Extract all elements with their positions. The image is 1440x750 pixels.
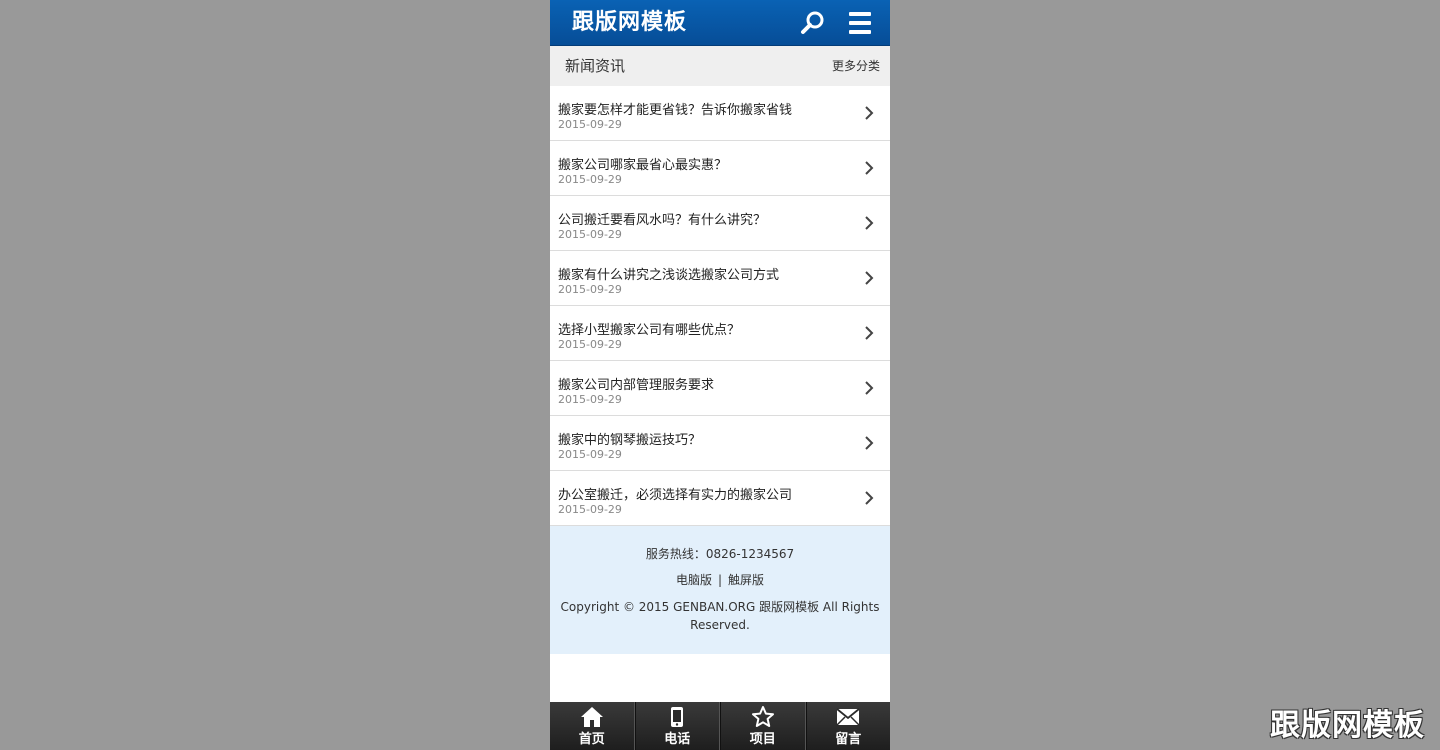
news-title: 搬家中的钢琴搬运技巧？	[558, 433, 702, 448]
news-date: 2015-09-29	[558, 228, 622, 241]
chevron-right-icon	[865, 216, 874, 230]
news-date: 2015-09-29	[558, 448, 622, 461]
news-date: 2015-09-29	[558, 118, 622, 131]
chevron-right-icon	[865, 491, 874, 505]
chevron-right-icon	[865, 381, 874, 395]
news-item[interactable]: 搬家要怎样才能更省钱？告诉你搬家省钱 2015-09-29	[550, 86, 890, 141]
watermark-logo: 跟版网模板	[1270, 708, 1425, 743]
news-item[interactable]: 办公室搬迁，必须选择有实力的搬家公司 2015-09-29	[550, 471, 890, 526]
chevron-right-icon	[865, 271, 874, 285]
news-item[interactable]: 搬家有什么讲究之浅谈选搬家公司方式 2015-09-29	[550, 251, 890, 306]
service-hotline: 服务热线：0826-1234567	[645, 547, 795, 561]
news-item[interactable]: 搬家中的钢琴搬运技巧？ 2015-09-29	[550, 416, 890, 471]
news-item[interactable]: 选择小型搬家公司有哪些优点？ 2015-09-29	[550, 306, 890, 361]
copyright-text: Copyright © 2015 GENBAN.ORG 跟版网模板 All Ri…	[560, 600, 880, 632]
news-title: 搬家公司哪家最省心最实惠？	[558, 158, 728, 173]
hamburger-icon	[849, 12, 871, 34]
news-item[interactable]: 搬家公司哪家最省心最实惠？ 2015-09-29	[550, 141, 890, 196]
chevron-right-icon	[865, 106, 874, 120]
menu-button[interactable]	[848, 11, 872, 35]
news-date: 2015-09-29	[558, 393, 622, 406]
star-icon	[751, 706, 774, 727]
envelope-icon	[836, 708, 860, 726]
home-icon	[580, 707, 603, 727]
search-button[interactable]	[800, 10, 826, 36]
news-title: 搬家要怎样才能更省钱？告诉你搬家省钱	[558, 103, 793, 118]
site-logo[interactable]: 跟版网模板	[572, 8, 687, 38]
news-title: 办公室搬迁，必须选择有实力的搬家公司	[558, 488, 793, 503]
mobile-page: 跟版网模板 新闻资讯 更多分类 搬家要怎样才能更省钱？告诉你搬家省钱 2015-…	[550, 0, 890, 750]
bottom-nav-bar: 首页 电话 项目 留言	[550, 702, 890, 750]
news-date: 2015-09-29	[558, 173, 622, 186]
nav-item-home[interactable]: 首页	[550, 702, 635, 750]
news-title: 公司搬迁要看风水吗？有什么讲究？	[558, 213, 767, 228]
search-icon	[801, 11, 824, 34]
news-title: 搬家公司内部管理服务要求	[558, 378, 715, 393]
nav-label: 首页	[578, 732, 605, 747]
phone-icon	[671, 707, 684, 727]
news-title: 选择小型搬家公司有哪些优点？	[558, 323, 741, 338]
section-title: 新闻资讯	[565, 57, 626, 75]
touch-version-link[interactable]: 触屏版	[728, 573, 764, 587]
nav-label: 留言	[835, 732, 862, 747]
version-switcher: 电脑版 | 触屏版	[550, 572, 890, 588]
section-header: 新闻资讯 更多分类	[550, 46, 890, 86]
news-date: 2015-09-29	[558, 283, 622, 296]
news-date: 2015-09-29	[558, 338, 622, 351]
chevron-right-icon	[865, 161, 874, 175]
news-date: 2015-09-29	[558, 503, 622, 516]
nav-label: 电话	[664, 732, 691, 747]
site-footer: 服务热线：0826-1234567 电脑版 | 触屏版 Copyright © 20…	[550, 526, 890, 654]
chevron-right-icon	[865, 436, 874, 450]
news-item[interactable]: 公司搬迁要看风水吗？有什么讲究？ 2015-09-29	[550, 196, 890, 251]
nav-item-phone[interactable]: 电话	[634, 702, 720, 750]
more-categories-link[interactable]: 更多分类	[832, 46, 880, 86]
version-separator: |	[717, 573, 723, 587]
nav-label: 项目	[749, 732, 776, 747]
news-list: 搬家要怎样才能更省钱？告诉你搬家省钱 2015-09-29 搬家公司哪家最省心最…	[550, 86, 890, 526]
chevron-right-icon	[865, 326, 874, 340]
desktop-version-link[interactable]: 电脑版	[676, 573, 712, 587]
nav-item-projects[interactable]: 项目	[720, 702, 806, 750]
news-item[interactable]: 搬家公司内部管理服务要求 2015-09-29	[550, 361, 890, 416]
header-bar: 跟版网模板	[550, 0, 890, 46]
nav-item-message[interactable]: 留言	[805, 702, 891, 750]
news-title: 搬家有什么讲究之浅谈选搬家公司方式	[558, 268, 780, 283]
